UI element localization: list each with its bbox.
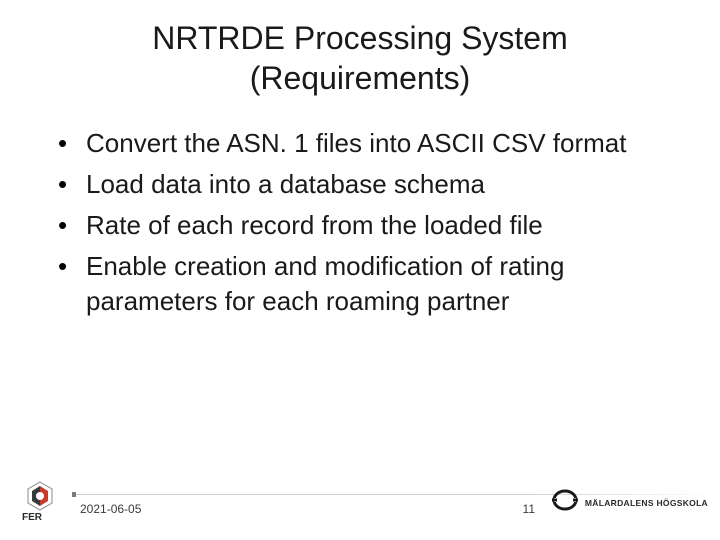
malardalens-logo-icon	[551, 488, 579, 517]
bullet-list: Convert the ASN. 1 files into ASCII CSV …	[40, 126, 680, 319]
list-item: Rate of each record from the loaded file	[58, 208, 680, 243]
slide-footer: FER 2021-06-05 11 MÄLARDALENS HÖGSKOLA	[0, 470, 720, 540]
bullet-text: Enable creation and modification of rati…	[86, 251, 564, 316]
bullet-text: Convert the ASN. 1 files into ASCII CSV …	[86, 128, 626, 158]
malardalens-logo: MÄLARDALENS HÖGSKOLA	[551, 488, 708, 517]
slide-title: NRTRDE Processing System (Requirements)	[40, 18, 680, 98]
malardalens-logo-text: MÄLARDALENS HÖGSKOLA	[585, 498, 708, 508]
footer-date: 2021-06-05	[80, 502, 141, 516]
list-item: Enable creation and modification of rati…	[58, 249, 680, 319]
title-line-2: (Requirements)	[250, 60, 471, 96]
bullet-text: Rate of each record from the loaded file	[86, 210, 543, 240]
footer-page-number: 11	[523, 502, 535, 516]
list-item: Load data into a database schema	[58, 167, 680, 202]
slide: NRTRDE Processing System (Requirements) …	[0, 0, 720, 540]
bullet-text: Load data into a database schema	[86, 169, 485, 199]
fer-logo-icon: FER	[18, 480, 66, 522]
svg-text:FER: FER	[22, 512, 43, 522]
title-line-1: NRTRDE Processing System	[152, 20, 568, 56]
list-item: Convert the ASN. 1 files into ASCII CSV …	[58, 126, 680, 161]
